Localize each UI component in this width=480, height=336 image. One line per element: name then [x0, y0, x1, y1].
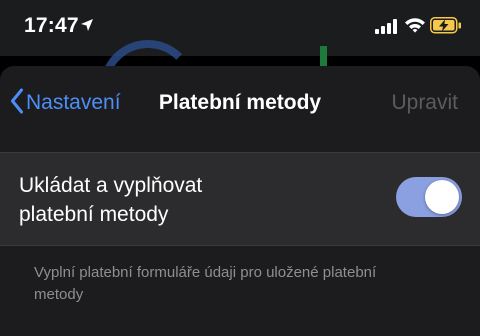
page-title-text: Platební metody [158, 91, 322, 114]
settings-sheet: Nastavení Platební metody Upravit Ukláda… [0, 66, 480, 336]
edit-button[interactable]: Upravit [391, 91, 458, 115]
status-bar: 17:47 [0, 0, 480, 56]
save-fill-payment-methods-row: Ukládat a vyplňovat platební metody [0, 152, 480, 246]
setting-description-line2: metody [34, 286, 84, 303]
navigation-bar: Nastavení Platební metody Upravit [0, 66, 480, 142]
cellular-signal-icon [375, 19, 399, 39]
save-fill-toggle[interactable] [396, 177, 462, 217]
setting-description: Vyplní platební formuláře údaji pro ulož… [34, 262, 454, 306]
toggle-knob [425, 180, 459, 214]
wifi-icon [404, 17, 426, 38]
status-time: 17:47 [24, 14, 79, 37]
setting-description-line1: Vyplní platební formuláře údaji pro ulož… [34, 264, 377, 281]
background-app-graphic-bar [320, 46, 327, 68]
setting-label-line2: platební metody [19, 203, 169, 226]
location-arrow-icon [80, 18, 94, 37]
setting-label: Ukládat a vyplňovat platební metody [19, 171, 349, 229]
setting-label-line1: Ukládat a vyplňovat [19, 174, 203, 197]
battery-charging-icon [430, 17, 462, 39]
